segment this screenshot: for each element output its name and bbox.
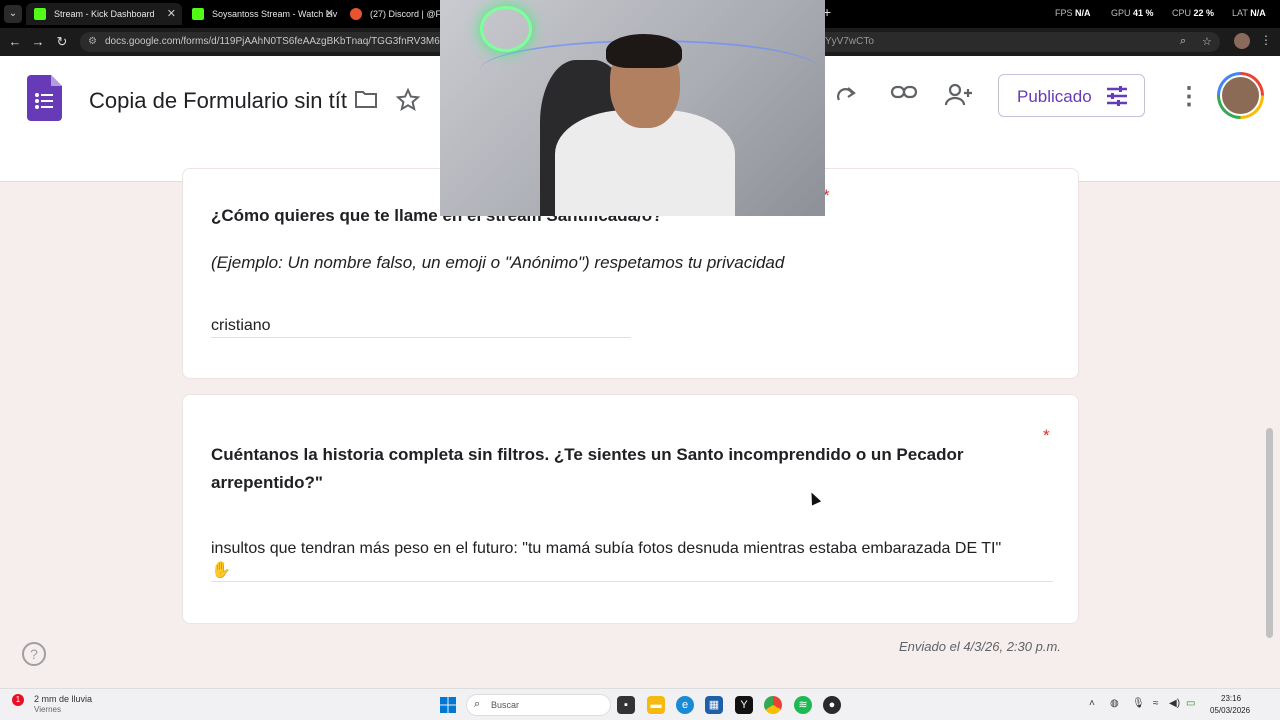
reload-icon[interactable]: ↻ — [53, 33, 71, 51]
form-title[interactable]: Copia de Formulario sin título — [89, 88, 347, 114]
weather-notification-badge: 1 — [12, 694, 24, 706]
submitted-timestamp: Enviado el 4/3/26, 2:30 p.m. — [899, 639, 1061, 654]
tab-label: Soysantoss Stream - Watch Liv — [212, 9, 338, 19]
redo-icon[interactable] — [835, 84, 857, 106]
wifi-icon[interactable]: ≈ — [1153, 698, 1159, 709]
answer-text: insultos que tendran más peso en el futu… — [211, 538, 1051, 582]
page-scrollbar[interactable] — [1266, 428, 1273, 638]
chrome-profile-avatar[interactable] — [1234, 33, 1250, 49]
tab-close-icon[interactable]: ✕ — [167, 3, 176, 25]
store-icon[interactable]: ▦ — [705, 696, 723, 714]
question-card-story: * Cuéntanos la historia completa sin fil… — [182, 394, 1079, 624]
url-tail-text: YyV7wCTo — [825, 36, 874, 47]
windows-start-icon[interactable] — [440, 697, 456, 713]
neon-smiley-decoration — [480, 6, 532, 52]
url-text: docs.google.com/forms/d/119PjAAhN0TS6feA… — [105, 36, 473, 47]
kick-favicon-icon — [192, 8, 204, 20]
edge-icon[interactable]: e — [676, 696, 694, 714]
search-label: Buscar — [491, 700, 520, 710]
windows-taskbar: 1 2 mm de lluvia Viernes ⌕ Buscar ▪ ▬ e … — [0, 688, 1280, 720]
bookmark-star-icon[interactable]: ☆ — [1202, 35, 1212, 48]
perf-fps: FPS N/A — [1055, 8, 1091, 18]
weather-day: Viernes — [34, 705, 61, 714]
account-avatar[interactable] — [1217, 72, 1264, 119]
y-app-icon[interactable]: Y — [735, 696, 753, 714]
publish-settings-sliders-icon — [1107, 86, 1127, 106]
link-icon[interactable] — [890, 84, 918, 102]
task-view-icon[interactable]: ▪ — [617, 696, 635, 714]
google-forms-logo-icon[interactable] — [27, 75, 62, 121]
tab-search-button[interactable]: ⌄ — [4, 5, 22, 23]
volume-icon[interactable]: ◀) — [1169, 698, 1180, 709]
published-button[interactable]: Publicado — [998, 74, 1145, 117]
tab-kick-dashboard[interactable]: Stream - Kick Dashboard ✕ — [26, 3, 182, 25]
perf-gpu: GPU 41 % — [1111, 8, 1154, 18]
streamer-hair — [606, 34, 682, 68]
answer-underline — [211, 337, 631, 338]
help-icon[interactable]: ? — [22, 642, 46, 666]
chrome-menu-icon[interactable]: ⋮ — [1260, 33, 1272, 47]
search-icon: ⌕ — [474, 698, 481, 710]
tab-discord[interactable]: (27) Discord | @Foog — [342, 3, 442, 25]
weather-text[interactable]: 2 mm de lluvia — [34, 694, 92, 704]
zoom-icon[interactable]: ⌕ — [1180, 35, 1186, 48]
question-description: (Ejemplo: Un nombre falso, un emoji o "A… — [211, 253, 785, 272]
site-info-icon[interactable]: ⚙ — [88, 36, 100, 48]
perf-cpu: CPU 22 % — [1172, 8, 1215, 18]
tab-label: (27) Discord | @Foog — [370, 9, 442, 19]
hand-emoji-icon: ✋ — [211, 562, 231, 579]
answer-underline — [211, 581, 1053, 582]
spotify-icon[interactable]: ≋ — [794, 696, 812, 714]
more-options-icon[interactable]: ⋮ — [1177, 82, 1201, 111]
microphone-icon[interactable]: 🎙 — [1132, 698, 1145, 709]
tab-close-icon[interactable]: ✕ — [325, 3, 334, 25]
add-collaborator-icon[interactable] — [944, 83, 974, 107]
tab-soysantoss-stream[interactable]: Soysantoss Stream - Watch Liv ✕ — [184, 3, 340, 25]
file-explorer-icon[interactable]: ▬ — [647, 696, 665, 714]
tray-overflow-icon[interactable]: ˄ — [1089, 698, 1095, 709]
kick-favicon-icon — [34, 8, 46, 20]
taskbar-search[interactable]: ⌕ Buscar — [466, 694, 611, 716]
perf-lat: LAT N/A — [1232, 8, 1266, 18]
move-to-folder-icon[interactable] — [354, 89, 378, 109]
star-icon[interactable] — [396, 88, 420, 112]
discord-favicon-icon — [350, 8, 362, 20]
tab-label: Stream - Kick Dashboard — [54, 9, 155, 19]
chrome-icon[interactable] — [764, 696, 782, 714]
back-arrow-icon[interactable]: ← — [6, 33, 24, 51]
webcam-overlay — [440, 0, 825, 216]
obs-icon[interactable]: ● — [823, 696, 841, 714]
battery-icon[interactable]: ▭ — [1186, 698, 1195, 709]
forward-arrow-icon[interactable]: → — [29, 33, 47, 51]
required-asterisk: * — [1043, 426, 1050, 445]
question-title: Cuéntanos la historia completa sin filtr… — [211, 445, 964, 492]
answer-text: cristiano — [211, 317, 271, 334]
published-label: Publicado — [1017, 87, 1092, 106]
clock-date[interactable]: 05/03/2026 — [1210, 706, 1250, 715]
clock-time[interactable]: 23:16 — [1221, 694, 1241, 703]
answer-text-body: insultos que tendran más peso en el futu… — [211, 540, 1002, 557]
network-tray-icon[interactable]: ◍ — [1110, 698, 1119, 709]
